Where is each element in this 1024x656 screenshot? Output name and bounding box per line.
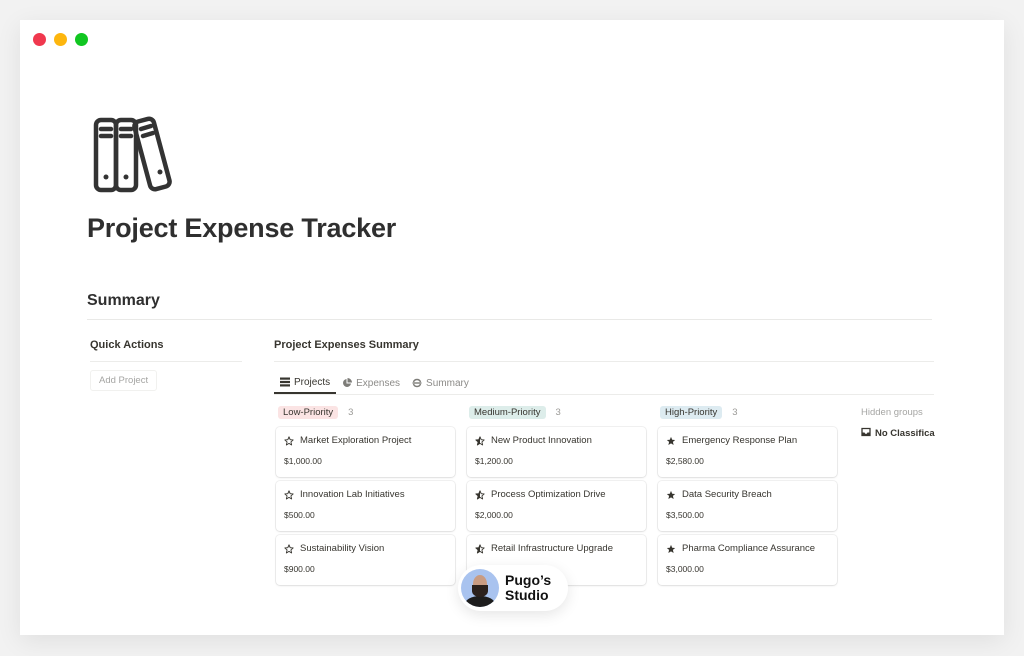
view-tabs: Projects Expenses Summary bbox=[274, 372, 475, 394]
tab-label: Expenses bbox=[356, 377, 401, 389]
maximize-window-button[interactable] bbox=[75, 33, 88, 46]
tab-label: Summary bbox=[426, 377, 469, 389]
board-card[interactable]: New Product Innovation $1,200.00 bbox=[467, 427, 646, 477]
close-window-button[interactable] bbox=[33, 33, 46, 46]
board-card[interactable]: Sustainability Vision $900.00 bbox=[276, 535, 455, 585]
quick-actions-heading: Quick Actions bbox=[90, 339, 164, 351]
star-filled-icon bbox=[666, 436, 676, 446]
section-divider bbox=[87, 319, 932, 320]
tab-projects[interactable]: Projects bbox=[274, 372, 337, 394]
star-half-icon bbox=[475, 435, 485, 446]
tabs-divider bbox=[274, 394, 934, 395]
table-list-icon bbox=[280, 377, 290, 387]
board-column-medium-priority: Medium-Priority 3 New Product Innovation… bbox=[467, 403, 646, 589]
tab-expenses[interactable]: Expenses bbox=[336, 372, 406, 394]
group-header[interactable]: Medium-Priority 3 bbox=[467, 403, 646, 421]
hidden-group-label: No Classifica bbox=[875, 428, 935, 439]
board-card[interactable]: Data Security Breach $3,500.00 bbox=[658, 481, 837, 531]
group-header[interactable]: Low-Priority 3 bbox=[276, 403, 455, 421]
group-badge: Medium-Priority bbox=[469, 405, 546, 419]
minimize-window-button[interactable] bbox=[54, 33, 67, 46]
summary-heading: Project Expenses Summary bbox=[274, 339, 419, 351]
hidden-groups-label: Hidden groups bbox=[861, 407, 923, 418]
quick-actions-divider bbox=[90, 361, 242, 362]
star-half-icon bbox=[475, 543, 485, 554]
group-badge: Low-Priority bbox=[278, 405, 339, 419]
inbox-icon bbox=[861, 427, 871, 440]
card-amount: $3,000.00 bbox=[666, 564, 704, 574]
star-half-icon bbox=[475, 489, 485, 500]
card-title: Market Exploration Project bbox=[300, 435, 412, 446]
avatar bbox=[461, 569, 499, 607]
watermark-text: Pugo’s Studio bbox=[505, 573, 551, 603]
window-controls bbox=[33, 33, 88, 46]
card-title: Retail Infrastructure Upgrade bbox=[491, 543, 613, 554]
group-count: 3 bbox=[555, 406, 561, 418]
board-card[interactable]: Pharma Compliance Assurance $3,000.00 bbox=[658, 535, 837, 585]
pie-chart-icon bbox=[342, 378, 353, 388]
card-amount: $1,200.00 bbox=[475, 456, 513, 466]
star-outline-icon bbox=[284, 489, 294, 500]
card-title: Sustainability Vision bbox=[300, 543, 385, 554]
group-count: 3 bbox=[732, 406, 738, 418]
page-title: Project Expense Tracker bbox=[87, 213, 397, 243]
card-title: Pharma Compliance Assurance bbox=[682, 543, 816, 554]
refresh-cycle-icon bbox=[412, 378, 422, 388]
board-column-high-priority: High-Priority 3 Emergency Response Plan … bbox=[658, 403, 837, 589]
board-column-low-priority: Low-Priority 3 Market Exploration Projec… bbox=[276, 403, 455, 589]
hidden-groups: Hidden groups No Classifica bbox=[861, 407, 935, 440]
group-count: 3 bbox=[348, 406, 354, 418]
star-outline-icon bbox=[284, 543, 294, 554]
watermark-line-1: Pugo’s bbox=[505, 572, 552, 588]
watermark-line-2: Studio bbox=[505, 587, 549, 603]
card-title: Innovation Lab Initiatives bbox=[300, 489, 405, 500]
section-heading: Summary bbox=[87, 292, 160, 309]
tab-label: Projects bbox=[294, 376, 331, 388]
star-outline-icon bbox=[284, 435, 294, 446]
add-project-button[interactable]: Add Project bbox=[90, 370, 158, 391]
hidden-group-no-classification[interactable]: No Classifica bbox=[861, 427, 935, 440]
card-title: New Product Innovation bbox=[491, 435, 592, 446]
card-title: Process Optimization Drive bbox=[491, 489, 606, 500]
star-filled-icon bbox=[666, 490, 676, 500]
star-filled-icon bbox=[666, 544, 676, 554]
books-binders-icon[interactable] bbox=[92, 115, 180, 195]
card-amount: $2,580.00 bbox=[666, 456, 704, 466]
board-view: Low-Priority 3 Market Exploration Projec… bbox=[276, 403, 837, 589]
board-card[interactable]: Process Optimization Drive $2,000.00 bbox=[467, 481, 646, 531]
card-amount: $1,000.00 bbox=[284, 456, 322, 466]
card-amount: $900.00 bbox=[284, 564, 315, 574]
group-header[interactable]: High-Priority 3 bbox=[658, 403, 837, 421]
card-title: Data Security Breach bbox=[682, 489, 772, 500]
app-window: Project Expense Tracker Summary Quick Ac… bbox=[20, 20, 1004, 635]
card-amount: $500.00 bbox=[284, 510, 315, 520]
card-amount: $3,500.00 bbox=[666, 510, 704, 520]
tab-summary[interactable]: Summary bbox=[406, 372, 475, 394]
board-card[interactable]: Emergency Response Plan $2,580.00 bbox=[658, 427, 837, 477]
group-badge: High-Priority bbox=[660, 405, 723, 419]
card-amount: $2,000.00 bbox=[475, 510, 513, 520]
card-title: Emergency Response Plan bbox=[682, 435, 798, 446]
board-card[interactable]: Innovation Lab Initiatives $500.00 bbox=[276, 481, 455, 531]
studio-watermark: Pugo’s Studio bbox=[458, 565, 568, 611]
summary-divider bbox=[274, 361, 934, 362]
board-card[interactable]: Market Exploration Project $1,000.00 bbox=[276, 427, 455, 477]
